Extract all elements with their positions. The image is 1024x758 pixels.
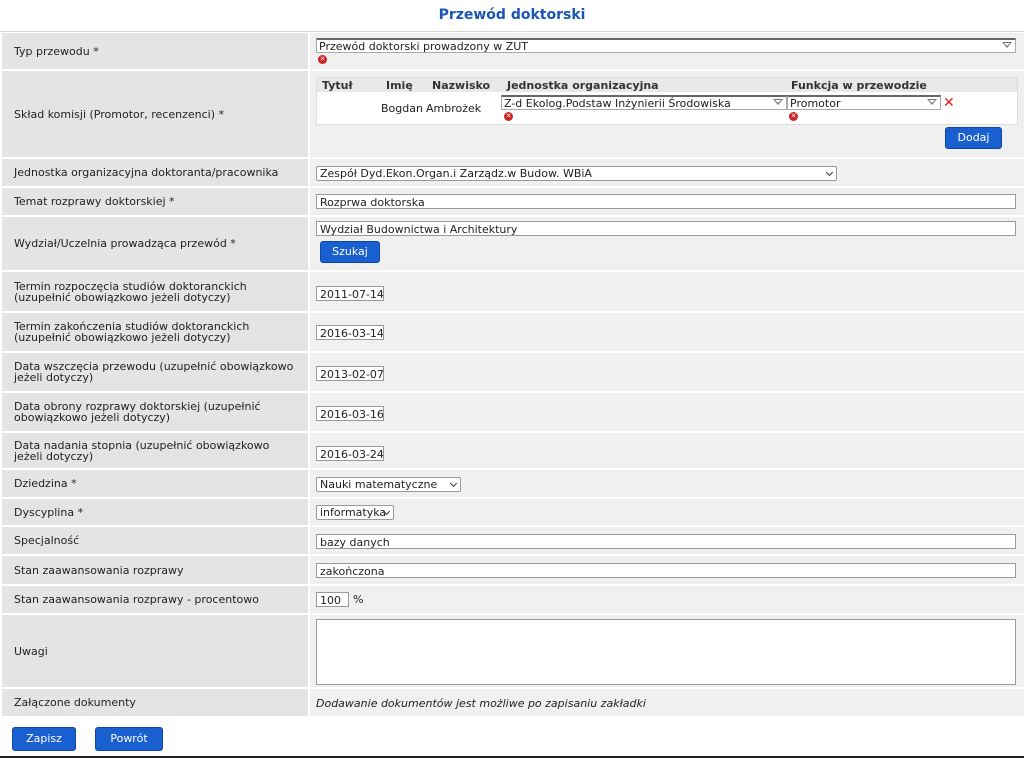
- label-data-wszczecia: Data wszczęcia przewodu (uzupełnić obowi…: [2, 353, 308, 391]
- error-icon: ✕: [789, 112, 798, 121]
- jednostka-select-value: Zespół Dyd.Ekon.Organ.i Zarządz.w Budow.…: [320, 167, 592, 180]
- dropdown-arrow-icon[interactable]: [927, 99, 937, 105]
- typ-przewodu-value: Przewód doktorski prowadzony w ZUT: [319, 40, 529, 53]
- termin-rozpoczecia-date[interactable]: 2011-07-14: [316, 286, 384, 301]
- col-tytul: Tytuł: [322, 79, 353, 92]
- jednostka-select[interactable]: Zespół Dyd.Ekon.Organ.i Zarządz.w Budow.…: [316, 166, 837, 181]
- typ-przewodu-combo[interactable]: Przewód doktorski prowadzony w ZUT: [316, 38, 1016, 53]
- save-button[interactable]: Zapisz: [12, 727, 76, 751]
- label-dyscyplina: Dyscyplina *: [2, 499, 308, 525]
- row-typ-przewodu: Typ przewodu * Przewód doktorski prowadz…: [0, 33, 1024, 69]
- data-nadania-date[interactable]: 2016-03-24: [316, 446, 384, 461]
- cell-nazwisko: Ambrożek: [426, 102, 482, 115]
- col-imie: Imię: [386, 79, 413, 92]
- cell-imie: Bogdan: [381, 102, 423, 115]
- col-funkcja: Funkcja w przewodzie: [791, 79, 927, 92]
- dziedzina-select[interactable]: Nauki matematyczne: [316, 477, 461, 492]
- label-wydzial: Wydział/Uczelnia prowadząca przewód *: [2, 217, 308, 270]
- label-stan: Stan zaawansowania rozprawy: [2, 556, 308, 584]
- label-termin-rozpoczecia: Termin rozpoczęcia studiów doktoranckich…: [2, 272, 308, 311]
- row-temat: Temat rozprawy doktorskiej * Rozprwa dok…: [0, 188, 1024, 215]
- col-nazwisko: Nazwisko: [432, 79, 491, 92]
- label-data-obrony: Data obrony rozprawy doktorskiej (uzupeł…: [2, 393, 308, 431]
- row-jednostka: Jednostka organizacyjna doktoranta/praco…: [0, 159, 1024, 186]
- stan-procentowo-input[interactable]: 100: [316, 592, 349, 607]
- wydzial-input[interactable]: Wydział Budownictwa i Architektury: [316, 221, 1016, 236]
- back-button[interactable]: Powrót: [95, 727, 163, 751]
- dyscyplina-select-value: informatyka: [320, 506, 387, 519]
- funkcja-combo-value: Promotor: [790, 97, 841, 110]
- label-data-nadania: Data nadania stopnia (uzupełnić obowiązk…: [2, 433, 308, 468]
- error-icon: ✕: [318, 55, 327, 64]
- row-data-nadania: Data nadania stopnia (uzupełnić obowiązk…: [0, 433, 1024, 468]
- label-uwagi: Uwagi: [2, 615, 308, 687]
- row-stan-procentowo: Stan zaawansowania rozprawy - procentowo…: [0, 586, 1024, 613]
- dyscyplina-select[interactable]: informatyka: [316, 505, 394, 520]
- chevron-down-icon: [449, 479, 458, 488]
- add-member-button[interactable]: Dodaj: [945, 127, 1002, 149]
- dropdown-arrow-icon[interactable]: [1002, 42, 1012, 48]
- row-dyscyplina: Dyscyplina * informatyka: [0, 499, 1024, 525]
- specjalnosc-input[interactable]: bazy danych: [316, 534, 1016, 549]
- label-specjalnosc: Specjalność: [2, 527, 308, 554]
- label-zalaczone: Załączone dokumenty: [2, 689, 308, 716]
- row-data-obrony: Data obrony rozprawy doktorskiej (uzupeł…: [0, 393, 1024, 431]
- commission-table: Tytuł Imię Nazwisko Jednostka organizacy…: [316, 77, 1018, 125]
- search-button[interactable]: Szukaj: [320, 241, 380, 263]
- col-jednostka: Jednostka organizacyjna: [507, 79, 659, 92]
- row-wydzial: Wydział/Uczelnia prowadząca przewód * Wy…: [0, 217, 1024, 270]
- delete-row-icon[interactable]: ✕: [943, 96, 955, 110]
- funkcja-combo[interactable]: Promotor: [787, 95, 941, 110]
- label-dziedzina: Dziedzina *: [2, 470, 308, 497]
- jednostka-combo[interactable]: Z-d Ekolog.Podstaw Inżynierii Środowiska: [501, 95, 787, 110]
- dziedzina-select-value: Nauki matematyczne: [320, 478, 438, 491]
- zalaczone-info: Dodawanie dokumentów jest możliwe po zap…: [316, 697, 646, 710]
- row-uwagi: Uwagi: [0, 615, 1024, 687]
- stan-input[interactable]: zakończona: [316, 563, 1016, 578]
- row-sklad-komisji: Skład komisji (Promotor, recenzenci) * T…: [0, 71, 1024, 157]
- label-stan-procentowo: Stan zaawansowania rozprawy - procentowo: [2, 586, 308, 613]
- termin-zakonczenia-date[interactable]: 2016-03-14: [316, 325, 384, 340]
- uwagi-textarea[interactable]: [316, 619, 1016, 685]
- label-typ-przewodu: Typ przewodu *: [2, 33, 308, 69]
- jednostka-combo-value: Z-d Ekolog.Podstaw Inżynierii Środowiska: [504, 97, 731, 110]
- error-icon: ✕: [504, 112, 513, 121]
- row-data-wszczecia: Data wszczęcia przewodu (uzupełnić obowi…: [0, 353, 1024, 391]
- row-stan: Stan zaawansowania rozprawy zakończona: [0, 556, 1024, 584]
- label-temat: Temat rozprawy doktorskiej *: [2, 188, 308, 215]
- row-specjalnosc: Specjalność bazy danych: [0, 527, 1024, 554]
- data-wszczecia-date[interactable]: 2013-02-07: [316, 366, 384, 381]
- page-title: Przewód doktorski: [0, 0, 1024, 32]
- data-obrony-date[interactable]: 2016-03-16: [316, 406, 384, 421]
- row-termin-zakonczenia: Termin zakończenia studiów doktoranckich…: [0, 313, 1024, 351]
- row-zalaczone: Załączone dokumenty Dodawanie dokumentów…: [0, 689, 1024, 716]
- chevron-down-icon: [825, 168, 834, 177]
- label-jednostka: Jednostka organizacyjna doktoranta/praco…: [2, 159, 308, 186]
- dropdown-arrow-icon[interactable]: [773, 99, 783, 105]
- temat-input[interactable]: Rozprwa doktorska: [316, 194, 1016, 209]
- percent-unit: %: [353, 593, 364, 606]
- label-termin-zakonczenia: Termin zakończenia studiów doktoranckich…: [2, 313, 308, 351]
- row-dziedzina: Dziedzina * Nauki matematyczne: [0, 470, 1024, 497]
- label-sklad-komisji: Skład komisji (Promotor, recenzenci) *: [2, 71, 308, 157]
- row-termin-rozpoczecia: Termin rozpoczęcia studiów doktoranckich…: [0, 272, 1024, 311]
